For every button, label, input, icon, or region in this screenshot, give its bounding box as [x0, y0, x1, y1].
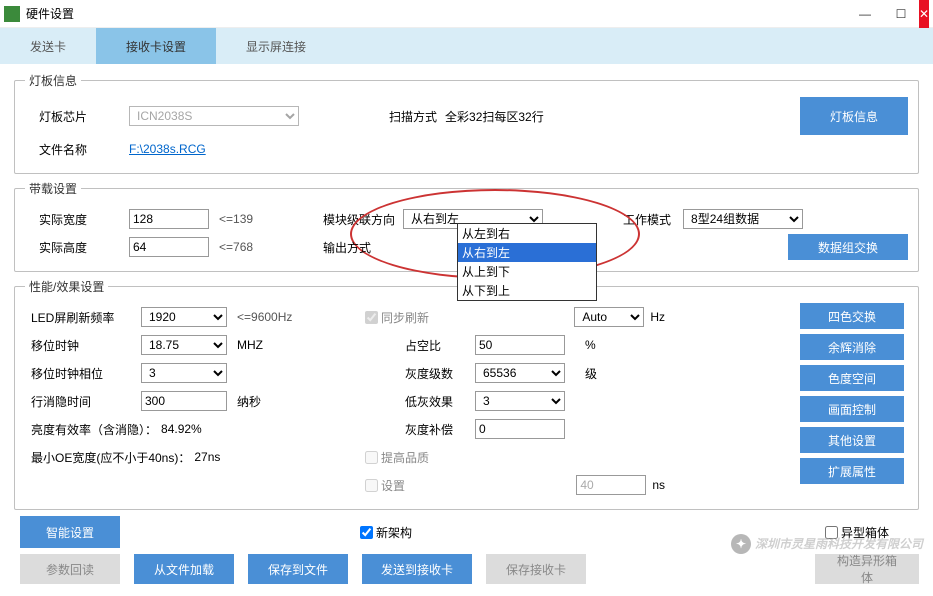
shift-clock-label: 移位时钟 — [31, 337, 141, 354]
minimize-button[interactable]: — — [847, 0, 883, 28]
refresh-label: LED屏刷新频率 — [31, 309, 141, 326]
smart-settings-button[interactable]: 智能设置 — [20, 516, 120, 548]
window-title: 硬件设置 — [26, 5, 74, 22]
panel-info-button[interactable]: 灯板信息 — [800, 97, 908, 135]
send-to-card-button[interactable]: 发送到接收卡 — [362, 554, 472, 584]
save-card-button[interactable]: 保存接收卡 — [486, 554, 586, 584]
width-hint: <=139 — [219, 212, 253, 226]
height-input[interactable] — [129, 237, 209, 257]
width-label: 实际宽度 — [39, 211, 129, 228]
new-arch-label: 新架构 — [376, 524, 412, 541]
output-label: 输出方式 — [323, 239, 403, 256]
efficiency-value: 84.92% — [161, 422, 202, 436]
param-read-button[interactable]: 参数回读 — [20, 554, 120, 584]
phase-select[interactable]: 3 — [141, 363, 227, 383]
close-button[interactable]: ✕ — [919, 0, 929, 28]
gray-unit: 级 — [585, 365, 597, 382]
tab-send-card[interactable]: 发送卡 — [0, 28, 96, 64]
cascade-label: 模块级联方向 — [323, 211, 403, 228]
auto-select[interactable]: Auto — [574, 307, 644, 327]
maximize-button[interactable]: ☐ — [883, 0, 919, 28]
build-irregular-button: 构造异形箱体 — [815, 554, 919, 584]
ns-label: ns — [652, 478, 665, 492]
wechat-icon: ✦ — [731, 534, 751, 554]
picture-control-button[interactable]: 画面控制 — [800, 396, 904, 422]
chip-label: 灯板芯片 — [39, 108, 129, 125]
opt-top-bottom[interactable]: 从上到下 — [458, 262, 596, 281]
legend-panel-info: 灯板信息 — [25, 72, 81, 89]
chip-select[interactable]: ICN2038S — [129, 106, 299, 126]
pct-label: % — [585, 338, 596, 352]
extended-attr-button[interactable]: 扩展属性 — [800, 458, 904, 484]
blank-unit: 纳秒 — [237, 393, 261, 410]
group-load-settings: 带载设置 实际宽度 <=139 模块级联方向 从右到左 工作模式 8型24组数据… — [14, 180, 919, 272]
hz-label: Hz — [650, 310, 665, 324]
hq-label: 提高品质 — [381, 449, 429, 466]
legend-load: 带载设置 — [25, 180, 81, 197]
tab-receive-card[interactable]: 接收卡设置 — [96, 28, 216, 64]
shift-clock-select[interactable]: 18.75 — [141, 335, 227, 355]
height-label: 实际高度 — [39, 239, 129, 256]
group-performance: 性能/效果设置 LED屏刷新频率 1920 <=9600Hz 移位时钟 18.7… — [14, 278, 919, 510]
cascade-dropdown-open[interactable]: 从左到右 从右到左 从上到下 从下到上 — [457, 223, 597, 301]
hq-checkbox[interactable] — [365, 451, 378, 464]
color-space-button[interactable]: 色度空间 — [800, 365, 904, 391]
oe-label: 最小OE宽度(应不小于40ns)： — [31, 449, 190, 466]
sync-refresh-label: 同步刷新 — [381, 309, 429, 326]
watermark: ✦深圳市灵星雨科技开发有限公司 — [731, 528, 923, 554]
app-icon — [4, 6, 20, 22]
group-panel-info: 灯板信息 灯板芯片 ICN2038S 扫描方式 全彩32扫每区32行 灯板信息 … — [14, 72, 919, 174]
gray-comp-input[interactable] — [475, 419, 565, 439]
legend-performance: 性能/效果设置 — [25, 278, 108, 295]
height-hint: <=768 — [219, 240, 253, 254]
file-link[interactable]: F:\2038s.RCG — [129, 142, 206, 156]
scan-mode-label: 扫描方式 — [389, 108, 437, 125]
refresh-select[interactable]: 1920 — [141, 307, 227, 327]
scan-mode-value: 全彩32扫每区32行 — [445, 108, 544, 125]
tab-bar: 发送卡 接收卡设置 显示屏连接 — [0, 28, 933, 64]
blank-label: 行消隐时间 — [31, 393, 141, 410]
phase-label: 移位时钟相位 — [31, 365, 141, 382]
opt-right-left[interactable]: 从右到左 — [458, 243, 596, 262]
width-input[interactable] — [129, 209, 209, 229]
oe-value: 27ns — [194, 450, 220, 464]
set-checkbox[interactable] — [365, 479, 378, 492]
duty-label: 占空比 — [405, 337, 475, 354]
save-to-file-button[interactable]: 保存到文件 — [248, 554, 348, 584]
work-mode-select[interactable]: 8型24组数据 — [683, 209, 803, 229]
blank-input[interactable] — [141, 391, 227, 411]
sync-refresh-checkbox[interactable] — [365, 311, 378, 324]
load-from-file-button[interactable]: 从文件加载 — [134, 554, 234, 584]
lowgray-select[interactable]: 3 — [475, 391, 565, 411]
opt-left-right[interactable]: 从左到右 — [458, 224, 596, 243]
titlebar: 硬件设置 — ☐ ✕ — [0, 0, 933, 28]
gray-comp-label: 灰度补偿 — [405, 421, 475, 438]
new-arch-checkbox[interactable] — [360, 526, 373, 539]
tab-display-connect[interactable]: 显示屏连接 — [216, 28, 336, 64]
gray-level-select[interactable]: 65536 — [475, 363, 565, 383]
set-label: 设置 — [381, 477, 405, 494]
file-name-label: 文件名称 — [39, 141, 129, 158]
shift-clock-unit: MHZ — [237, 338, 263, 352]
four-color-swap-button[interactable]: 四色交换 — [800, 303, 904, 329]
work-mode-label: 工作模式 — [623, 211, 683, 228]
set-ns-input — [576, 475, 646, 495]
data-group-swap-button[interactable]: 数据组交换 — [788, 234, 908, 260]
other-settings-button[interactable]: 其他设置 — [800, 427, 904, 453]
efficiency-label: 亮度有效率（含消隐）： — [31, 421, 157, 438]
refresh-hint: <=9600Hz — [237, 310, 292, 324]
duty-input[interactable] — [475, 335, 565, 355]
afterglow-button[interactable]: 余辉消除 — [800, 334, 904, 360]
gray-level-label: 灰度级数 — [405, 365, 475, 382]
lowgray-label: 低灰效果 — [405, 393, 475, 410]
opt-bottom-top[interactable]: 从下到上 — [458, 281, 596, 300]
